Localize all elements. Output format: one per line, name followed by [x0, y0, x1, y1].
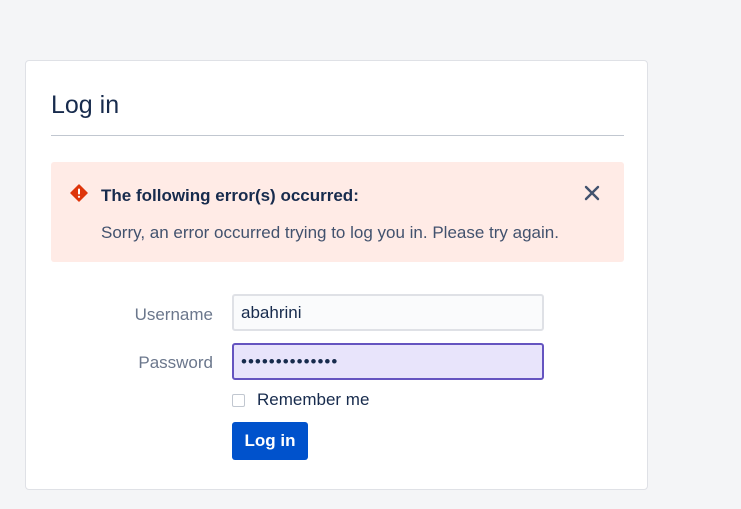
- error-icon: [70, 184, 88, 202]
- password-field[interactable]: [232, 343, 544, 380]
- page-title: Log in: [51, 91, 120, 119]
- login-card: Log in The following error(s) occurred: …: [25, 60, 648, 490]
- login-button[interactable]: Log in: [232, 422, 308, 460]
- remember-me-checkbox[interactable]: [232, 393, 245, 407]
- error-text: Sorry, an error occurred trying to log y…: [101, 223, 559, 242]
- close-icon[interactable]: [581, 182, 603, 204]
- remember-me-label[interactable]: Remember me: [257, 390, 369, 410]
- username-label: Username: [134, 305, 213, 324]
- username-field[interactable]: [232, 294, 544, 331]
- error-message-box: The following error(s) occurred: Sorry, …: [51, 162, 624, 262]
- remember-me-row: Remember me: [232, 389, 369, 411]
- password-label: Password: [138, 353, 213, 372]
- error-title: The following error(s) occurred:: [101, 186, 359, 205]
- title-divider: [51, 135, 624, 136]
